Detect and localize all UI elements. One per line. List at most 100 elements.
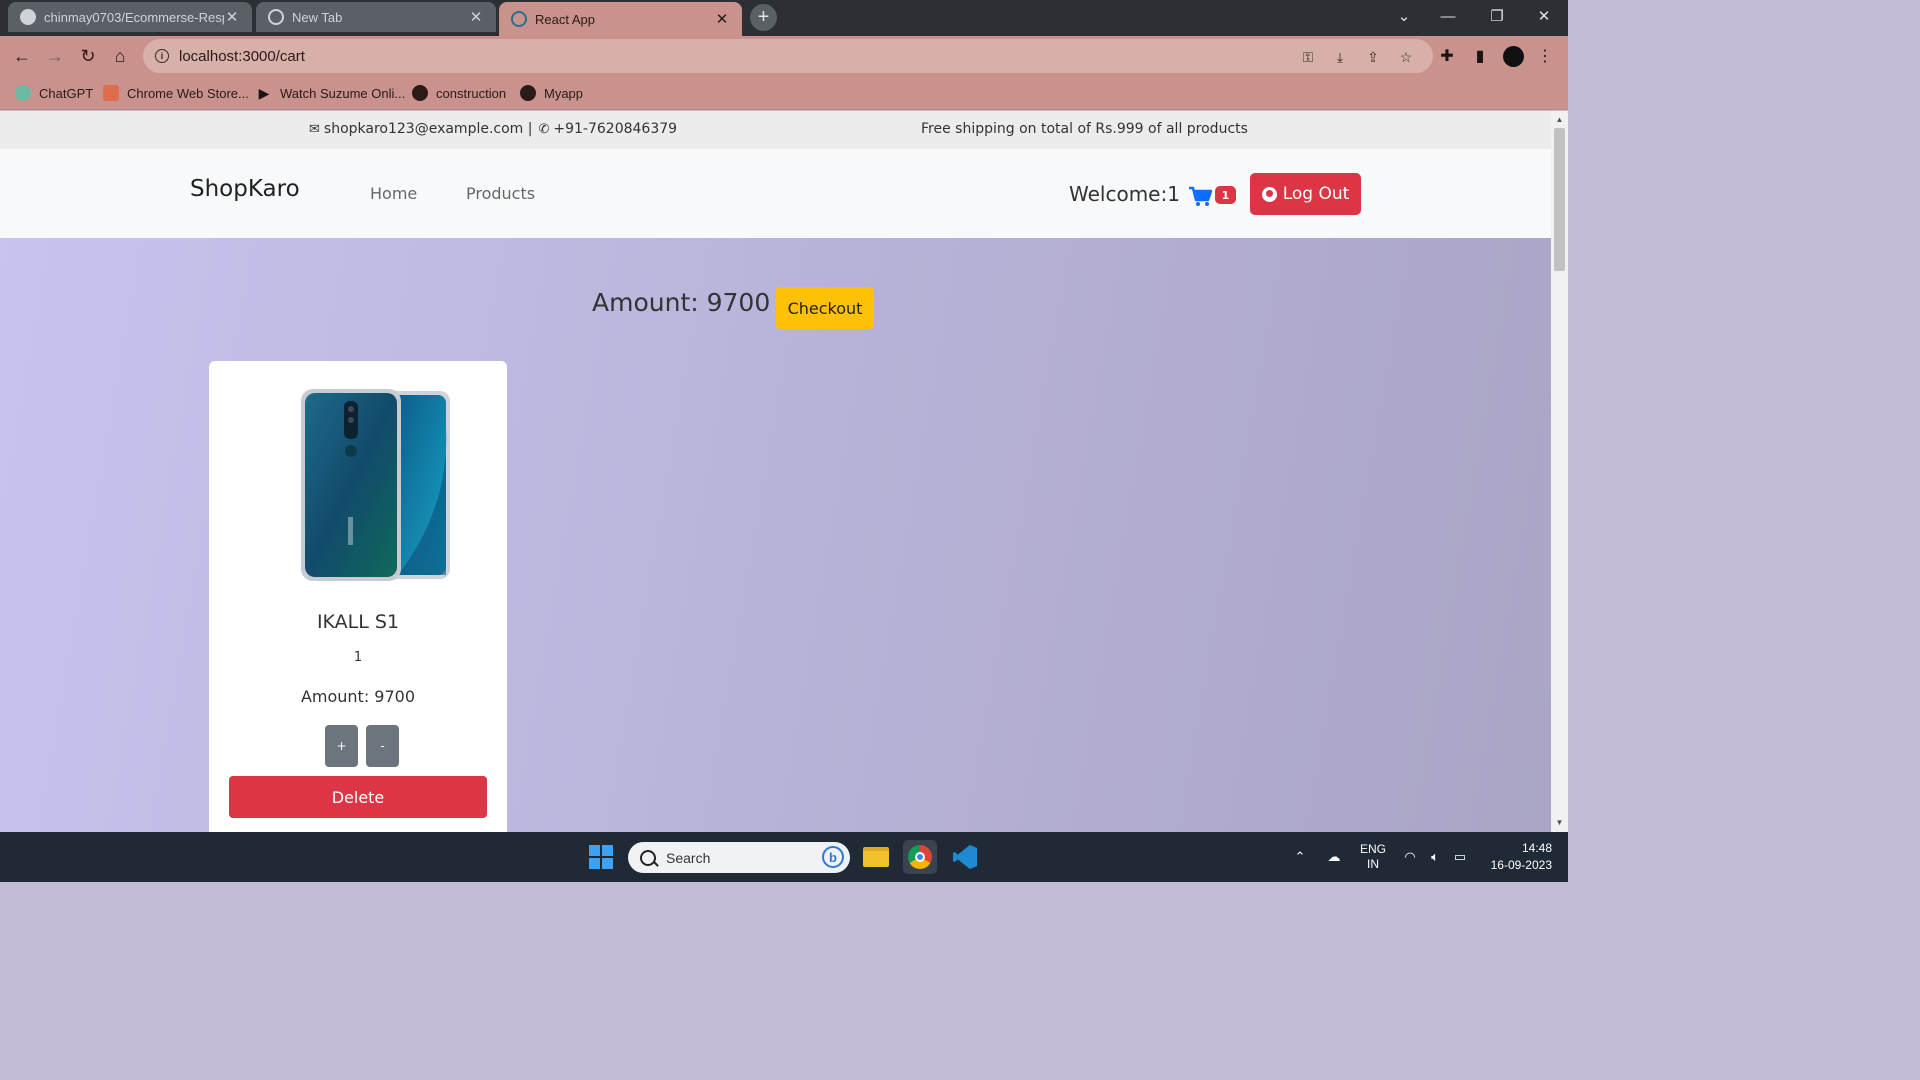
search-placeholder: Search — [666, 849, 711, 866]
brand-logo[interactable]: ShopKaro — [190, 176, 300, 202]
tab-search-chevron-icon[interactable]: ⌄ — [1382, 0, 1426, 32]
scroll-thumb[interactable] — [1554, 128, 1565, 271]
bookmark-label: Watch Suzume Onli... — [280, 85, 406, 101]
minimize-icon[interactable]: — — [1426, 0, 1470, 32]
back-icon[interactable]: ← — [9, 43, 35, 69]
bookmark-label: ChatGPT — [39, 85, 94, 101]
close-icon[interactable]: ✕ — [224, 9, 240, 26]
tab-github[interactable]: chinmay0703/Ecommerse-Respo ✕ — [8, 2, 252, 32]
tab-title: React App — [535, 11, 595, 27]
extensions-icon[interactable]: ✚ — [1436, 45, 1458, 67]
welcome-text: Welcome:1 — [1069, 182, 1180, 206]
tab-new-tab[interactable]: New Tab ✕ — [256, 2, 496, 32]
forward-icon[interactable]: → — [42, 43, 68, 69]
onedrive-icon[interactable]: ☁ — [1322, 832, 1346, 882]
reload-icon[interactable]: ↻ — [75, 43, 101, 69]
phone-icon: ✆ — [538, 121, 550, 137]
volume-icon[interactable]: 🔈︎ — [1424, 832, 1446, 882]
logout-label: Log Out — [1282, 184, 1350, 204]
checkout-button[interactable]: Checkout — [776, 287, 874, 329]
github-icon — [20, 9, 36, 25]
clock-time: 14:48 — [1521, 841, 1552, 855]
browser-toolbar: ← → ↻ ⌂ i localhost:3000/cart ⚿ ⤓ ⇪ ☆ ✚ … — [0, 36, 1568, 76]
restore-icon[interactable]: ❐ — [1475, 0, 1519, 32]
address-bar[interactable]: i localhost:3000/cart ⚿ ⤓ ⇪ ☆ — [143, 39, 1433, 73]
cart-total: Amount: 9700 — [592, 288, 771, 317]
globe-icon — [520, 85, 536, 101]
close-icon[interactable]: ✕ — [468, 9, 484, 26]
language-line2: IN — [1367, 857, 1379, 871]
web-store-icon — [103, 85, 119, 101]
product-name: IKALL S1 — [316, 611, 400, 633]
scroll-down-icon[interactable]: ▼ — [1555, 818, 1564, 827]
tab-title: chinmay0703/Ecommerse-Respo — [44, 9, 224, 25]
nav-link-home[interactable]: Home — [370, 184, 417, 203]
site-info-icon[interactable]: i — [155, 49, 169, 63]
cart-button[interactable]: 1 — [1188, 184, 1238, 208]
install-icon[interactable]: ⤓ — [1331, 48, 1349, 66]
chrome-taskbar-icon[interactable] — [903, 840, 937, 874]
bookmark-star-icon[interactable]: ☆ — [1397, 48, 1415, 66]
share-icon[interactable]: ⇪ — [1364, 48, 1382, 66]
cart-icon — [1189, 186, 1213, 206]
bookmark-suzume[interactable]: ▶ Watch Suzume Onli... — [256, 83, 406, 103]
nav-link-products[interactable]: Products — [466, 184, 535, 203]
contact-strip: ✉ shopkaro123@example.com | ✆ +91-762084… — [0, 111, 1551, 149]
tab-title: New Tab — [292, 9, 343, 25]
page-scrollbar[interactable]: ▲ ▼ — [1551, 111, 1568, 832]
vscode-icon[interactable] — [948, 840, 982, 874]
clock[interactable]: 14:48 16-09-2023 — [1480, 832, 1552, 882]
wifi-icon[interactable]: ◠ — [1400, 832, 1420, 882]
browser-tab-strip: chinmay0703/Ecommerse-Respo ✕ New Tab ✕ … — [0, 0, 1568, 36]
site-navbar: ShopKaro Home Products Welcome:1 1 Log O… — [0, 149, 1551, 238]
logout-button[interactable]: Log Out — [1250, 173, 1361, 215]
search-icon — [640, 849, 656, 866]
bookmarks-bar: ChatGPT Chrome Web Store... ▶ Watch Suzu… — [0, 76, 1568, 110]
bing-icon[interactable]: b — [822, 846, 844, 868]
delete-item-button[interactable]: Delete — [229, 776, 487, 818]
show-hidden-icons-chevron-icon[interactable]: ⌃ — [1290, 832, 1310, 882]
cart-item-card: IKALL S1 1 Amount: 9700 + - Delete — [209, 361, 507, 832]
bookmark-label: Chrome Web Store... — [127, 85, 249, 101]
page-viewport: ✉ shopkaro123@example.com | ✆ +91-762084… — [0, 111, 1551, 832]
clock-date: 16-09-2023 — [1490, 858, 1552, 872]
bookmark-construction[interactable]: construction — [412, 83, 506, 103]
decrease-quantity-button[interactable]: - — [366, 725, 399, 767]
file-explorer-icon[interactable] — [859, 840, 893, 874]
cart-count-badge: 1 — [1215, 186, 1236, 204]
bookmark-chrome-web-store[interactable]: Chrome Web Store... — [103, 83, 249, 103]
bookmark-myapp[interactable]: Myapp — [520, 83, 583, 103]
profile-avatar[interactable] — [1502, 45, 1524, 67]
side-panel-icon[interactable]: ▮ — [1469, 45, 1491, 67]
tab-react-app[interactable]: React App ✕ — [499, 2, 742, 36]
taskbar-search[interactable]: Search b — [628, 842, 850, 873]
chrome-icon — [268, 9, 284, 25]
play-icon: ▶ — [258, 84, 270, 101]
windows-start-icon[interactable] — [589, 845, 613, 869]
battery-icon[interactable]: ▭ — [1450, 832, 1470, 882]
menu-icon[interactable]: ⋮ — [1534, 45, 1556, 67]
close-icon[interactable]: ✕ — [714, 11, 730, 28]
bookmark-chatgpt[interactable]: ChatGPT — [15, 83, 93, 103]
key-icon[interactable]: ⚿ — [1299, 48, 1317, 66]
react-icon — [511, 11, 527, 27]
bookmark-label: Myapp — [544, 85, 584, 101]
user-circle-icon — [1261, 186, 1277, 202]
envelope-icon: ✉ — [309, 121, 320, 137]
home-icon[interactable]: ⌂ — [107, 43, 133, 69]
globe-icon — [412, 85, 428, 101]
windows-taskbar: Search b ⌃ ☁ ENG IN ◠ 🔈︎ ▭ 14:48 16-09-2… — [0, 832, 1568, 882]
product-quantity: 1 — [353, 650, 363, 665]
bookmark-label: construction — [436, 85, 507, 101]
contact-phone: +91-7620846379 — [553, 121, 678, 137]
increase-quantity-button[interactable]: + — [325, 725, 358, 767]
language-indicator[interactable]: ENG IN — [1356, 832, 1390, 882]
url-text[interactable]: localhost:3000/cart — [179, 48, 305, 65]
product-amount: Amount: 9700 — [300, 687, 416, 706]
new-tab-button[interactable]: + — [750, 4, 777, 31]
contact-info: ✉ shopkaro123@example.com | ✆ +91-762084… — [309, 121, 677, 137]
scroll-up-icon[interactable]: ▲ — [1555, 115, 1564, 124]
language-line1: ENG — [1359, 842, 1386, 856]
shipping-notice: Free shipping on total of Rs.999 of all … — [921, 121, 1248, 137]
close-window-icon[interactable]: ✕ — [1522, 0, 1566, 32]
